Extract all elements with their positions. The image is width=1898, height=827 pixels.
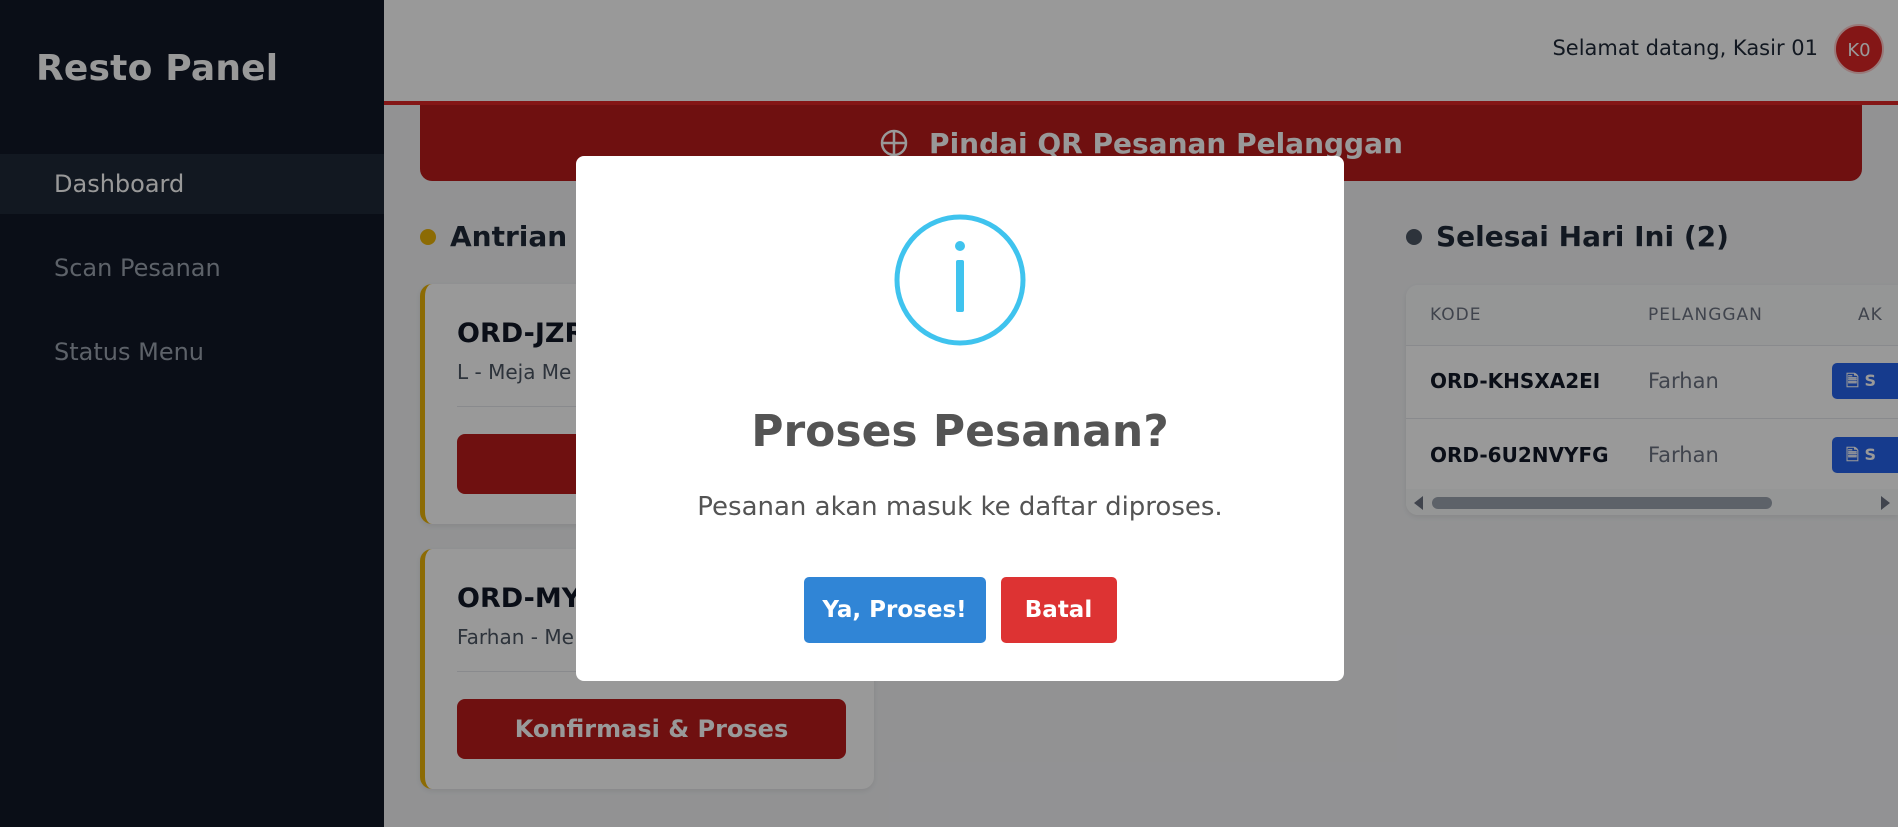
info-icon (894, 214, 1026, 346)
dialog-title: Proses Pesanan? (751, 406, 1169, 457)
confirm-dialog: Proses Pesanan? Pesanan akan masuk ke da… (576, 156, 1344, 681)
cancel-button[interactable]: Batal (1000, 577, 1117, 643)
confirm-button[interactable]: Ya, Proses! (803, 577, 986, 643)
dialog-text: Pesanan akan masuk ke daftar diproses. (697, 492, 1223, 522)
dialog-actions: Ya, Proses! Batal (576, 577, 1344, 643)
